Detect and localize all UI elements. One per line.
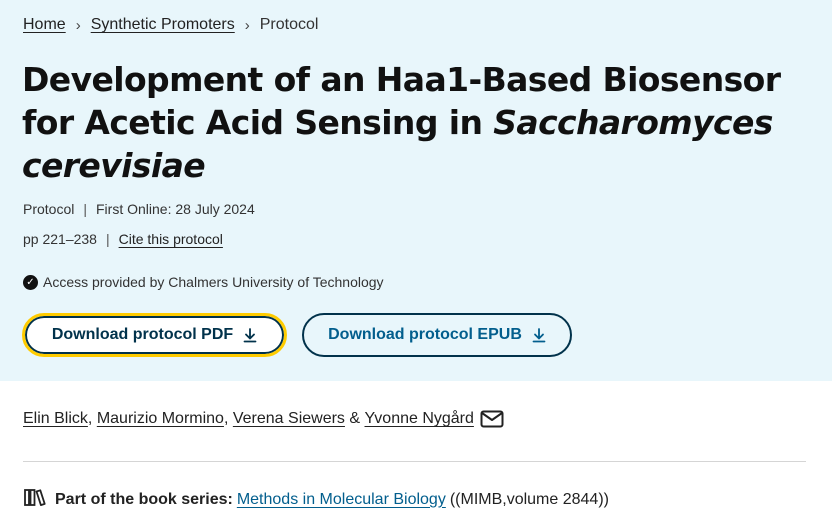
download-icon (532, 327, 546, 342)
article-pages: pp 221–238 | Cite this protocol (23, 231, 223, 247)
access-text: Access provided by Chalmers University o… (43, 274, 384, 290)
meta-separator: | (105, 231, 110, 247)
author-separator: , (87, 410, 93, 427)
article-header: Home › Synthetic Promoters › Protocol De… (0, 0, 832, 381)
meta-separator: | (83, 201, 87, 217)
series-label: Part of the book series: (55, 490, 233, 508)
series-link[interactable]: Methods in Molecular Biology (237, 491, 446, 509)
breadcrumb-current: Protocol (259, 16, 319, 33)
breadcrumb-synthetic-promoters[interactable]: Synthetic Promoters (91, 16, 235, 34)
download-pdf-button[interactable]: Download protocol PDF (22, 313, 287, 357)
breadcrumb-separator: › (75, 16, 81, 34)
page-title: Development of an Haa1-Based Biosensor f… (22, 58, 802, 187)
breadcrumb-separator: › (244, 16, 250, 34)
author-list: Elin Blick, Maurizio Mormino, Verena Sie… (23, 410, 504, 428)
author-link[interactable]: Verena Siewers (233, 410, 345, 428)
divider (23, 461, 806, 462)
breadcrumb: Home › Synthetic Promoters › Protocol (23, 16, 318, 34)
author-separator: , (223, 410, 229, 427)
download-epub-label: Download protocol EPUB (328, 326, 522, 343)
mail-icon[interactable] (480, 410, 504, 428)
download-epub-button[interactable]: Download protocol EPUB (302, 313, 572, 357)
author-link[interactable]: Elin Blick (23, 410, 88, 428)
check-circle-icon: ✓ (23, 274, 38, 290)
series-volume: ((MIMB,volume 2844)) (449, 490, 609, 508)
author-link[interactable]: Maurizio Mormino (97, 410, 224, 428)
first-online-date: First Online: 28 July 2024 (96, 201, 255, 217)
cite-link[interactable]: Cite this protocol (119, 231, 223, 247)
author-separator: & (349, 410, 361, 427)
books-icon (23, 487, 47, 512)
breadcrumb-home[interactable]: Home (23, 16, 66, 34)
article-meta: Protocol | First Online: 28 July 2024 (23, 201, 255, 217)
author-link[interactable]: Yvonne Nygård (365, 410, 474, 428)
download-pdf-label: Download protocol PDF (51, 326, 234, 343)
access-notice: ✓ Access provided by Chalmers University… (23, 274, 384, 290)
download-icon (243, 327, 257, 342)
content-type: Protocol (23, 201, 75, 217)
book-series: Part of the book series: Methods in Mole… (23, 487, 609, 512)
page-range: pp 221–238 (23, 231, 97, 247)
